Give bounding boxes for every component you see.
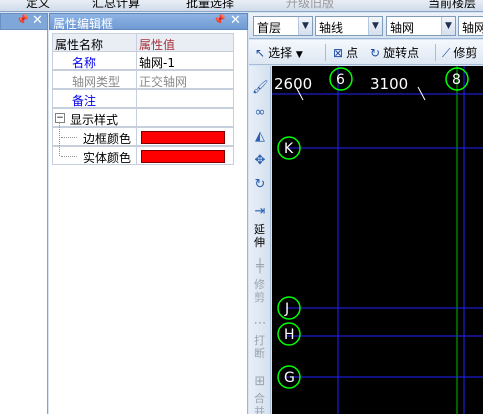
chevron-down-icon[interactable]: ▼ [298,17,312,35]
chevron-down-icon[interactable]: ▼ [368,17,382,35]
brush-icon[interactable]: 🖌 [252,80,269,96]
group-value [136,108,234,127]
property-row-name[interactable]: 名称 轴网-1 [52,51,234,70]
property-label: 名称 [72,56,97,70]
component-select[interactable]: 轴网 [458,16,483,36]
floor-toolbar: 首层 ▼ 轴线 ▼ 轴网 ▼ 轴网 [249,13,483,39]
current-floor-label[interactable]: 当前楼层 [428,0,476,11]
axis-label-6: 6 [336,72,345,88]
trim-icon[interactable]: ╪ [252,259,268,275]
property-panel: 属性名称 属性值 名称 轴网-1 轴网类型 正交轴网 备注 − 显示样式 边框颜… [49,30,248,414]
chevron-down-icon[interactable]: ▼ [296,50,303,60]
component-value: 轴网 [462,21,483,35]
component-type-value: 轴网 [390,21,415,35]
drawing-canvas[interactable]: 6 8 K J H G 2600 3100 [272,66,483,414]
axis-label-J: J [284,301,289,317]
collapse-icon[interactable]: − [55,113,65,123]
left-panel-titlebar: 📌 ✕ [0,13,48,30]
entity-color-swatch[interactable] [141,150,225,163]
offset-icon[interactable]: ∞ [252,105,268,121]
top-toolbar-strip: 定义 汇总计算 批量选择 升级旧版 当前楼层 [0,0,483,12]
dimension-2600: 2600 [274,75,313,93]
category-select-value: 轴线 [319,21,344,35]
batch-select-button[interactable]: 批量选择 [186,0,234,11]
merge-tool-label[interactable]: 合并 [253,392,266,414]
border-color-swatch[interactable] [141,131,225,144]
property-row-entity-color[interactable]: 实体颜色 [52,146,234,165]
rotate-icon: ↻ [370,46,381,60]
rotate-point-label: 旋转点 [383,46,420,60]
dimension-3100: 3100 [370,75,409,93]
move-icon[interactable]: ✥ [252,153,268,169]
property-group-display-style[interactable]: − 显示样式 [52,108,234,127]
property-row-grid-type[interactable]: 轴网类型 正交轴网 [52,70,234,89]
component-type-select[interactable]: 轴网 ▼ [386,16,456,36]
trim-icon: ⟋ [442,46,451,60]
point-label: 点 [346,46,359,60]
property-label: 备注 [72,94,97,108]
break-icon[interactable]: ⋯ [252,316,268,332]
category-select[interactable]: 轴线 ▼ [315,16,383,36]
upgrade-old-button[interactable]: 升级旧版 [286,0,334,11]
break-tool-label[interactable]: 打断 [253,334,266,360]
axis-label-8: 8 [452,72,461,88]
pin-icon[interactable]: 📌 [213,15,225,26]
floor-select-value: 首层 [257,21,282,35]
axis-label-K: K [284,141,294,157]
mirror-icon[interactable]: ◭ [252,129,268,145]
define-button[interactable]: 定义 [26,0,50,11]
group-label: 显示样式 [70,113,119,127]
property-row-remark[interactable]: 备注 [52,89,234,108]
axis-label-G: G [284,370,295,386]
property-grid-header: 属性名称 属性值 [52,33,234,52]
select-label: 选择 [268,46,293,60]
extend-icon[interactable]: ⇥ [252,204,268,220]
name-value[interactable]: 轴网-1 [139,54,175,71]
cursor-arrow-icon: ↖ [255,46,266,60]
point-button[interactable]: ⊠ 点 [333,44,358,61]
floor-select[interactable]: 首层 ▼ [253,16,313,36]
merge-icon[interactable]: ⊞ [252,374,268,390]
pin-icon[interactable]: 📌 [16,15,28,26]
grid-type-value: 正交轴网 [139,75,188,89]
rotate-point-button[interactable]: ↻ 旋转点 [370,44,419,61]
left-panel-body [0,30,48,414]
chevron-down-icon[interactable]: ▼ [441,17,455,35]
trim-label: 修剪 [453,46,478,60]
trim-tool-label[interactable]: 修剪 [253,278,266,304]
property-label: 实体颜色 [83,151,132,165]
close-icon[interactable]: ✕ [230,13,241,28]
select-button[interactable]: ↖ 选择 ▼ [255,44,303,61]
rotate-icon[interactable]: ↻ [252,177,268,193]
trim-button[interactable]: ⟋ 修剪 [442,44,477,61]
close-icon[interactable]: ✕ [32,13,43,28]
property-row-border-color[interactable]: 边框颜色 [52,127,234,146]
property-label: 轴网类型 [72,75,121,89]
point-icon: ⊠ [333,46,344,60]
property-grid: 属性名称 属性值 名称 轴网-1 轴网类型 正交轴网 备注 − 显示样式 边框颜… [52,33,234,178]
modify-tool-strip: 🖌 ∞ ◭ ✥ ↻ ⇥ 延伸 ╪ 修剪 ⋯ 打断 ⊞ 合并 [249,66,271,414]
axis-label-H: H [284,327,295,343]
axis-grid-drawing: 6 8 K J H G [272,66,483,414]
summary-calc-button[interactable]: 汇总计算 [92,0,140,11]
property-panel-titlebar: 属性编辑框 📌 ✕ [49,13,248,31]
extend-tool-label[interactable]: 延伸 [253,223,266,249]
property-label: 边框颜色 [83,132,132,146]
edit-toolbar: ↖ 选择 ▼ ⊠ 点 ↻ 旋转点 ⟋ 修剪 [249,40,483,65]
